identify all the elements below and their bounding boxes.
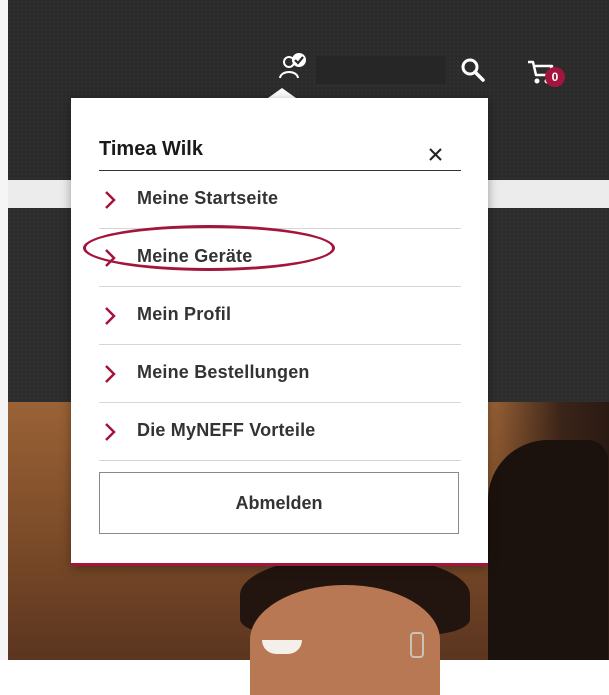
chevron-right-icon xyxy=(103,306,117,326)
page-edge xyxy=(0,0,8,660)
menu-item-meine-geraete[interactable]: Meine Geräte xyxy=(99,229,461,287)
account-dropdown: Timea Wilk Meine Startseite Meine Geräte xyxy=(71,98,488,566)
chevron-right-icon xyxy=(103,248,117,268)
chevron-right-icon xyxy=(103,364,117,384)
chevron-right-icon xyxy=(103,422,117,442)
user-check-icon[interactable] xyxy=(278,52,308,80)
cart-count-badge: 0 xyxy=(545,67,565,87)
menu-item-label: Meine Geräte xyxy=(137,246,253,266)
menu-item-meine-startseite[interactable]: Meine Startseite xyxy=(99,171,461,229)
search-icon[interactable] xyxy=(458,55,488,85)
menu-item-label: Die MyNEFF Vorteile xyxy=(137,420,316,440)
hero-photo-earring xyxy=(410,632,424,658)
hero-photo-hair xyxy=(488,440,608,660)
close-icon[interactable] xyxy=(425,142,447,164)
account-menu-list: Meine Startseite Meine Geräte Mein Profi… xyxy=(99,171,461,461)
chevron-right-icon xyxy=(103,190,117,210)
menu-item-label: Mein Profil xyxy=(137,304,232,324)
menu-item-mein-profil[interactable]: Mein Profil xyxy=(99,287,461,345)
user-name: Timea Wilk xyxy=(99,138,203,160)
menu-item-meine-bestellungen[interactable]: Meine Bestellungen xyxy=(99,345,461,403)
logout-button[interactable]: Abmelden xyxy=(99,472,459,534)
dropdown-pointer xyxy=(268,88,296,98)
dropdown-header: Timea Wilk xyxy=(99,136,461,171)
search-field-area[interactable] xyxy=(316,56,446,84)
menu-item-label: Meine Startseite xyxy=(137,188,279,208)
menu-item-myneff-vorteile[interactable]: Die MyNEFF Vorteile xyxy=(99,403,461,461)
menu-item-label: Meine Bestellungen xyxy=(137,362,310,382)
